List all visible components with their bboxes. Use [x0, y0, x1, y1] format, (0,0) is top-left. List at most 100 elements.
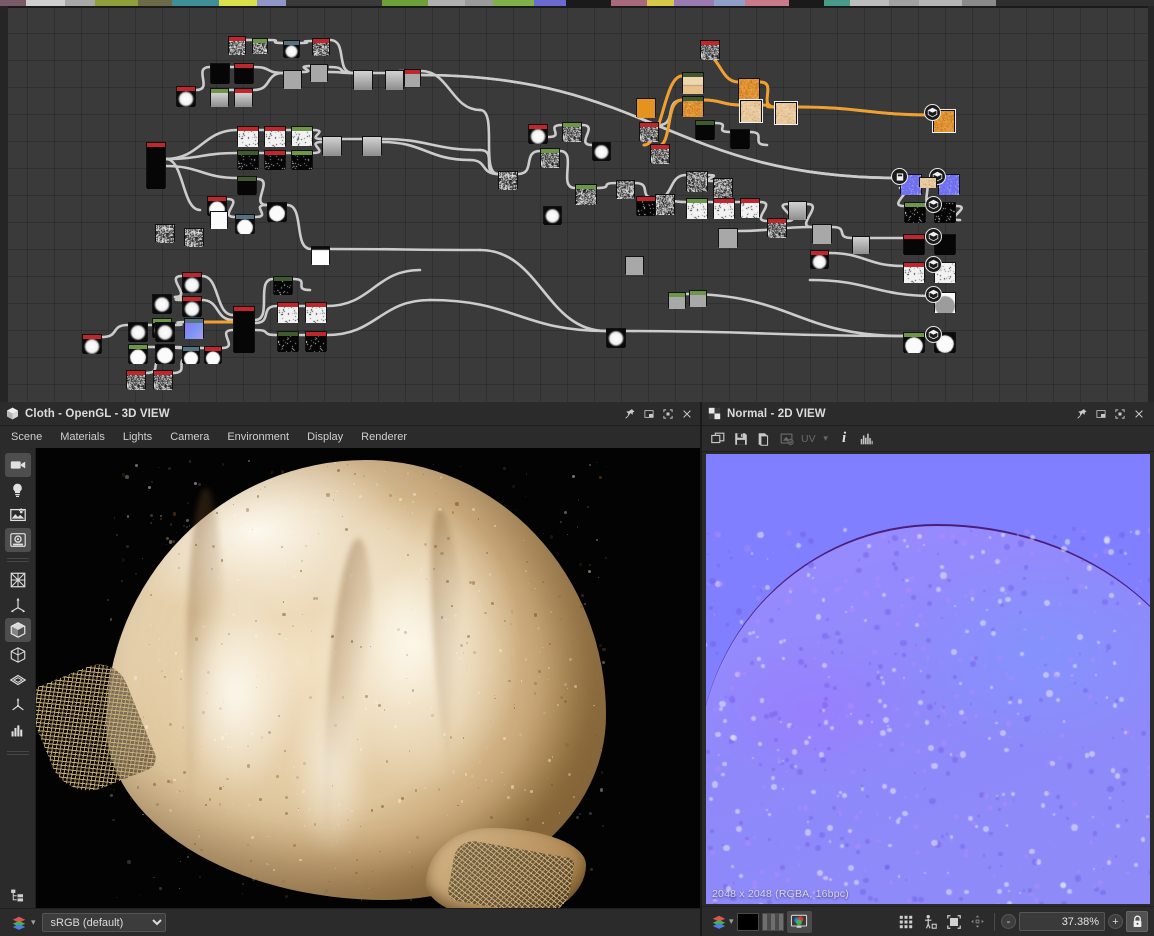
- duplicate-view-icon[interactable]: [707, 428, 728, 449]
- menu-item-environment[interactable]: Environment: [218, 429, 298, 445]
- graph-node[interactable]: [740, 198, 760, 218]
- fit-image-icon[interactable]: [943, 911, 964, 932]
- axis-gizmo-icon[interactable]: [5, 593, 31, 617]
- wireframe-cube-icon[interactable]: [5, 643, 31, 667]
- graph-node[interactable]: [182, 296, 202, 317]
- lock-icon[interactable]: [1126, 911, 1148, 932]
- graph-node[interactable]: [267, 202, 287, 222]
- menu-item-scene[interactable]: Scene: [2, 429, 51, 445]
- graph-node[interactable]: [128, 344, 148, 364]
- info-icon[interactable]: i: [834, 428, 855, 449]
- graph-node[interactable]: [919, 177, 937, 188]
- graph-node[interactable]: [695, 120, 715, 140]
- graph-node[interactable]: [353, 70, 373, 90]
- output-node-badge-icon[interactable]: [925, 196, 942, 213]
- graph-node[interactable]: [128, 322, 148, 342]
- graph-node[interactable]: [277, 302, 299, 323]
- graph-node[interactable]: [184, 318, 204, 339]
- close-icon[interactable]: [677, 404, 696, 423]
- zoom-in-button[interactable]: +: [1108, 914, 1123, 929]
- graph-node[interactable]: [204, 346, 222, 364]
- light-bulb-icon[interactable]: [5, 478, 31, 502]
- graph-node[interactable]: [126, 370, 146, 390]
- graph-node[interactable]: [305, 331, 327, 352]
- close-icon[interactable]: [1129, 404, 1148, 423]
- graph-node[interactable]: [182, 272, 202, 293]
- graph-node[interactable]: [291, 126, 313, 146]
- graph-node[interactable]: [184, 228, 204, 247]
- graph-node[interactable]: [606, 328, 626, 348]
- graph-node[interactable]: [237, 150, 259, 170]
- rgb-display-icon[interactable]: [786, 910, 812, 933]
- graph-node[interactable]: [903, 262, 925, 283]
- view3d-toolrail[interactable]: [0, 448, 36, 908]
- graph-node[interactable]: [575, 184, 597, 205]
- color-layers-icon[interactable]: [8, 912, 29, 933]
- graph-node[interactable]: [176, 86, 196, 107]
- graph-node[interactable]: [310, 64, 328, 82]
- graph-panel[interactable]: [0, 6, 1154, 402]
- output-node-badge-icon[interactable]: [925, 256, 942, 273]
- menu-item-camera[interactable]: Camera: [161, 429, 218, 445]
- tiling-grid-icon[interactable]: [895, 911, 916, 932]
- uv-overlay-icon[interactable]: [776, 428, 797, 449]
- scene-tree-icon[interactable]: [5, 883, 31, 907]
- restore-icon[interactable]: [639, 404, 658, 423]
- grid-display-icon[interactable]: [5, 568, 31, 592]
- uv-dropdown-label[interactable]: UV: [799, 428, 818, 449]
- graph-node[interactable]: [264, 126, 286, 147]
- menu-item-display[interactable]: Display: [298, 429, 352, 445]
- copy-image-icon[interactable]: [753, 428, 774, 449]
- graph-node[interactable]: [636, 196, 656, 216]
- channel-bars-icon[interactable]: [761, 912, 784, 931]
- material-settings-icon[interactable]: [4, 528, 31, 552]
- maximize-icon[interactable]: [658, 404, 677, 423]
- graph-node[interactable]: [234, 63, 254, 84]
- output-node-badge-icon[interactable]: [925, 228, 942, 245]
- graph-node[interactable]: [155, 344, 175, 364]
- graph-node[interactable]: [718, 228, 738, 248]
- graph-node[interactable]: [237, 126, 259, 147]
- environment-icon[interactable]: [5, 503, 31, 527]
- graph-node[interactable]: [305, 302, 327, 323]
- graph-node[interactable]: [235, 214, 255, 234]
- graph-node[interactable]: [655, 194, 675, 215]
- graph-node[interactable]: [210, 211, 228, 229]
- graph-node[interactable]: [82, 334, 102, 354]
- graph-node[interactable]: [182, 346, 200, 364]
- restore-icon[interactable]: [1091, 404, 1110, 423]
- graph-node[interactable]: [385, 70, 404, 90]
- graph-node[interactable]: [210, 88, 229, 107]
- chevron-down-icon[interactable]: ▾: [729, 916, 734, 927]
- chevron-down-icon[interactable]: ▾: [820, 428, 832, 449]
- graph-node[interactable]: [686, 198, 708, 219]
- graph-node[interactable]: [616, 180, 635, 199]
- menu-item-lights[interactable]: Lights: [114, 429, 161, 445]
- graph-node[interactable]: [739, 99, 763, 123]
- graph-node[interactable]: [904, 202, 926, 223]
- normals-icon[interactable]: [5, 693, 31, 717]
- graph-node[interactable]: [210, 63, 230, 84]
- chevron-down-icon[interactable]: ▾: [31, 917, 36, 928]
- graph-node[interactable]: [903, 332, 925, 353]
- maximize-icon[interactable]: [1110, 404, 1129, 423]
- graph-node[interactable]: [540, 148, 560, 168]
- graph-node[interactable]: [592, 142, 611, 161]
- graph-node[interactable]: [152, 294, 172, 314]
- graph-node[interactable]: [498, 171, 518, 190]
- graph-node[interactable]: [812, 224, 832, 244]
- graph-node[interactable]: [322, 136, 342, 156]
- graph-node[interactable]: [650, 144, 670, 164]
- graph-node[interactable]: [311, 246, 330, 265]
- graph-node[interactable]: [277, 331, 299, 352]
- graph-node[interactable]: [689, 290, 707, 307]
- graph-node[interactable]: [312, 38, 330, 56]
- graph-node[interactable]: [713, 178, 733, 198]
- graph-node[interactable]: [273, 276, 293, 295]
- graph-node[interactable]: [767, 218, 787, 238]
- graph-node[interactable]: [362, 136, 382, 156]
- color-layers-icon[interactable]: [708, 911, 729, 932]
- graph-node[interactable]: [774, 101, 798, 125]
- graph-node[interactable]: [283, 70, 302, 89]
- view2d-canvas[interactable]: 2048 x 2048 (RGBA, 16bpc): [706, 454, 1150, 904]
